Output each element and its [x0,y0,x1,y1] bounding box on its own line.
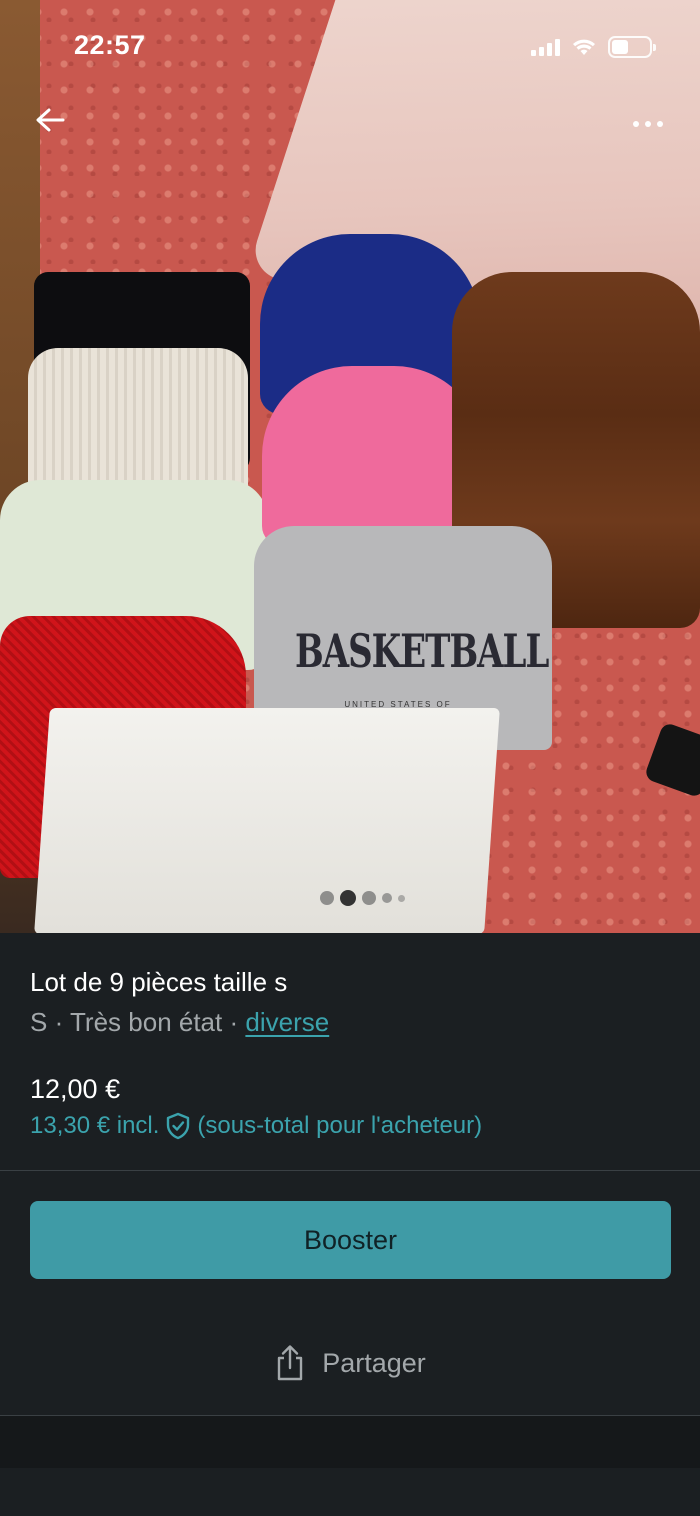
carousel-dot[interactable] [382,893,392,903]
bottom-strip [0,1416,700,1468]
share-button[interactable]: Partager [0,1343,700,1383]
status-icons [531,36,656,58]
pink-hoodie [262,366,484,546]
status-time: 22:57 [74,30,146,60]
buyer-protection-price[interactable]: 13,30 € incl. (sous-total pour l'acheteu… [30,1112,482,1140]
listing-details: Lot de 9 pièces taille s S · Très bon ét… [0,933,700,1516]
shield-check-icon [167,1112,190,1140]
back-arrow-icon [36,108,65,132]
subtotal-note: (sous-total pour l'acheteur) [197,1112,483,1139]
listing-size: S [30,1007,48,1037]
signal-icon [531,38,560,56]
share-label: Partager [322,1347,426,1378]
back-button[interactable] [30,100,70,140]
carousel-dot[interactable] [362,891,376,905]
booster-button[interactable]: Booster [30,1201,671,1279]
cream-ribbed-top [28,348,248,498]
sweatshirt-print: BASKETBALL [295,625,549,679]
carousel-indicator[interactable] [320,890,405,906]
listing-price: 12,00 € [30,1074,121,1104]
listing-condition: Très bon état [70,1007,223,1037]
share-icon [278,1345,303,1381]
meta-separator: · [54,1007,64,1037]
brand-link[interactable]: diverse [245,1007,329,1037]
carousel-dot[interactable] [398,894,405,902]
white-jeans [34,708,500,933]
wifi-icon [573,39,595,55]
dark-item-corner [643,721,700,799]
price-incl: 13,30 € incl. [30,1112,160,1139]
more-options-button[interactable] [624,104,672,144]
listing-meta: S · Très bon état · diverse [30,1007,329,1038]
divider [0,1170,700,1171]
more-options-icon [633,121,639,127]
battery-icon [608,36,656,58]
listing-photo[interactable]: BASKETBALL UNITED STATES OF AMERICA [0,0,700,933]
carousel-dot-active[interactable] [340,890,356,906]
carousel-dot[interactable] [320,891,334,905]
meta-separator: · [229,1007,239,1037]
listing-title: Lot de 9 pièces taille s [30,967,288,997]
